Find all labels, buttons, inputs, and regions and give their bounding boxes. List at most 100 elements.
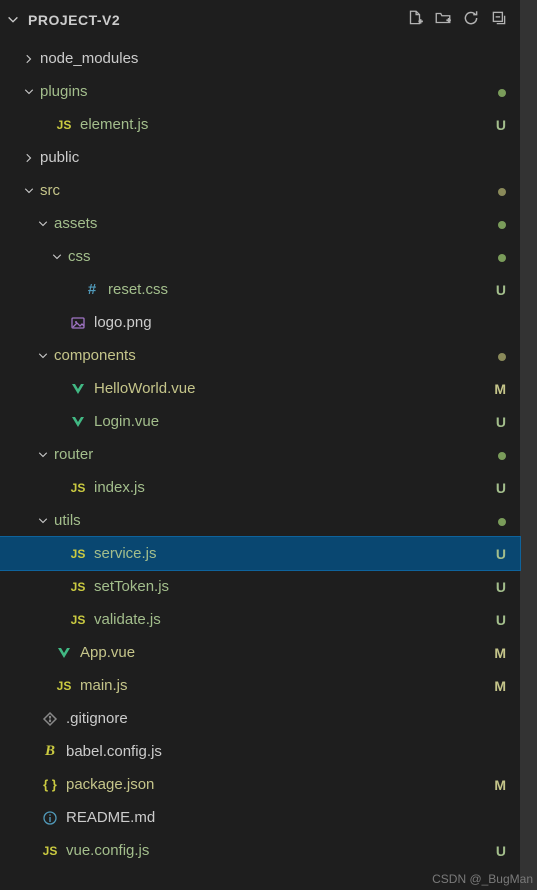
git-status: U [490, 117, 506, 133]
image-icon [68, 313, 88, 333]
chevron-spacer [48, 413, 66, 431]
file--gitignore[interactable]: .gitignore [0, 702, 520, 735]
babel-icon: B [40, 742, 60, 762]
item-label: .gitignore [66, 710, 490, 727]
folder-src[interactable]: src [0, 174, 520, 207]
folder-assets[interactable]: assets [0, 207, 520, 240]
git-status: U [490, 843, 506, 859]
item-label: router [54, 446, 490, 463]
folder-plugins[interactable]: plugins [0, 75, 520, 108]
git-status: M [490, 777, 506, 793]
item-label: setToken.js [94, 578, 490, 595]
item-label: App.vue [80, 644, 490, 661]
file-service-js[interactable]: JS service.jsU [0, 537, 520, 570]
chevron-right-icon[interactable] [20, 50, 38, 68]
item-label: plugins [40, 83, 490, 100]
file-settoken-js[interactable]: JSsetToken.jsU [0, 570, 520, 603]
watermark-text: CSDN @_BugMan [432, 872, 533, 886]
item-label: utils [54, 512, 490, 529]
vue-icon [68, 379, 88, 399]
chevron-down-icon[interactable] [20, 182, 38, 200]
project-title: PROJECT-V2 [28, 12, 120, 28]
js-icon: JS [40, 841, 60, 861]
git-status: M [490, 678, 506, 694]
vue-icon [54, 643, 74, 663]
file-login-vue[interactable]: Login.vueU [0, 405, 520, 438]
js-icon: JS [68, 610, 88, 630]
json-icon: { } [40, 775, 60, 795]
new-folder-icon[interactable] [434, 9, 452, 32]
item-label: components [54, 347, 490, 364]
item-label: babel.config.js [66, 743, 490, 760]
refresh-icon[interactable] [462, 9, 480, 32]
chevron-down-icon[interactable] [20, 83, 38, 101]
chevron-spacer [48, 611, 66, 629]
new-file-icon[interactable] [406, 9, 424, 32]
git-status [490, 216, 506, 232]
chevron-spacer [20, 776, 38, 794]
git-status [490, 249, 506, 265]
git-status: M [490, 381, 506, 397]
file-helloworld-vue[interactable]: HelloWorld.vueM [0, 372, 520, 405]
git-status: U [490, 546, 506, 562]
chevron-right-icon[interactable] [20, 149, 38, 167]
chevron-down-icon[interactable] [34, 512, 52, 530]
info-icon [40, 808, 60, 828]
git-status: U [490, 579, 506, 595]
chevron-spacer [34, 677, 52, 695]
item-label: element.js [80, 116, 490, 133]
folder-node-modules[interactable]: node_modules [0, 42, 520, 75]
chevron-spacer [48, 380, 66, 398]
git-status: U [490, 480, 506, 496]
item-label: README.md [66, 809, 490, 826]
file-reset-css[interactable]: # reset.cssU [0, 273, 520, 306]
chevron-spacer [62, 281, 80, 299]
item-label: node_modules [40, 50, 490, 67]
chevron-spacer [48, 479, 66, 497]
file-package-json[interactable]: { }package.jsonM [0, 768, 520, 801]
chevron-down-icon[interactable] [34, 347, 52, 365]
folder-utils[interactable]: utils [0, 504, 520, 537]
hash-icon: # [82, 280, 102, 300]
item-label: reset.css [108, 281, 490, 298]
chevron-spacer [20, 743, 38, 761]
file-validate-js[interactable]: JSvalidate.jsU [0, 603, 520, 636]
chevron-down-icon[interactable] [4, 11, 22, 29]
chevron-down-icon[interactable] [34, 446, 52, 464]
file-babel-config-js[interactable]: Bbabel.config.js [0, 735, 520, 768]
file-readme-md[interactable]: README.md [0, 801, 520, 834]
item-label: HelloWorld.vue [94, 380, 490, 397]
folder-public[interactable]: public [0, 141, 520, 174]
file-element-js[interactable]: JS element.jsU [0, 108, 520, 141]
git-status [490, 447, 506, 463]
folder-components[interactable]: components [0, 339, 520, 372]
chevron-spacer [20, 842, 38, 860]
chevron-spacer [20, 809, 38, 827]
git-status: U [490, 282, 506, 298]
git-status [490, 84, 506, 100]
git-status [490, 183, 506, 199]
js-icon: JS [68, 544, 88, 564]
file-app-vue[interactable]: App.vueM [0, 636, 520, 669]
folder-css[interactable]: css [0, 240, 520, 273]
chevron-down-icon[interactable] [34, 215, 52, 233]
js-icon: JS [54, 676, 74, 696]
vue-icon [68, 412, 88, 432]
file-vue-config-js[interactable]: JSvue.config.jsU [0, 834, 520, 867]
explorer-header: PROJECT-V2 [0, 0, 520, 40]
git-status: U [490, 612, 506, 628]
git-icon [40, 709, 60, 729]
folder-router[interactable]: router [0, 438, 520, 471]
js-icon: JS [54, 115, 74, 135]
chevron-spacer [48, 314, 66, 332]
chevron-spacer [34, 644, 52, 662]
item-label: css [68, 248, 490, 265]
git-status [490, 348, 506, 364]
side-scrollbar-area [520, 0, 537, 890]
file-logo-png[interactable]: logo.png [0, 306, 520, 339]
file-main-js[interactable]: JSmain.jsM [0, 669, 520, 702]
collapse-all-icon[interactable] [490, 9, 508, 32]
item-label: service.js [94, 545, 490, 562]
chevron-down-icon[interactable] [48, 248, 66, 266]
file-index-js[interactable]: JSindex.jsU [0, 471, 520, 504]
